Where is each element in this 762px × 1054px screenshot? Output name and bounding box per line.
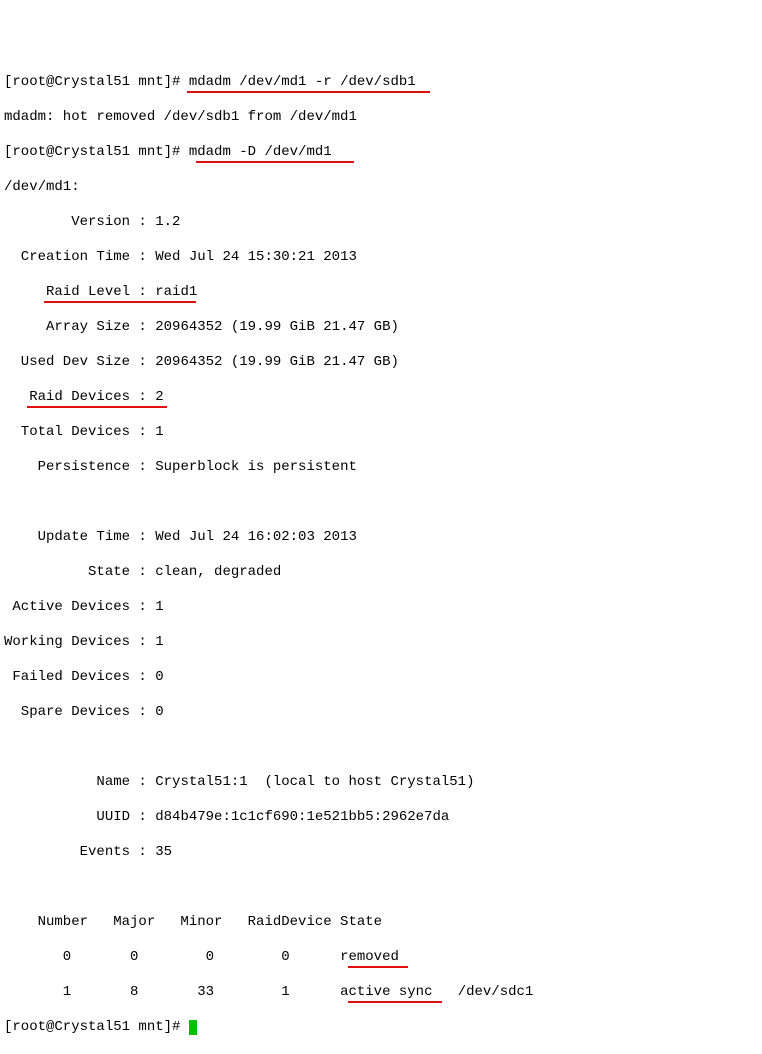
output-hot-removed: mdadm: hot removed /dev/sdb1 from /dev/m… <box>4 109 357 125</box>
total-devices-label: Total Devices : <box>4 424 155 440</box>
spare-devices-label: Spare Devices : <box>4 704 155 720</box>
cmd-mdadm-detail: mdadm -D /dev/md1 <box>189 144 332 160</box>
state-value: clean, degraded <box>155 564 281 580</box>
shell-prompt: [root@Crystal51 mnt]# <box>4 144 189 160</box>
name-label: Name : <box>4 774 155 790</box>
raid-devices-label: Raid Devices : <box>4 389 155 405</box>
highlight-raid-devices <box>27 406 167 408</box>
active-devices-label: Active Devices : <box>4 599 155 615</box>
creation-time-value: Wed Jul 24 15:30:21 2013 <box>155 249 357 265</box>
persistence-value: Superblock is persistent <box>155 459 357 475</box>
update-time-value: Wed Jul 24 16:02:03 2013 <box>155 529 357 545</box>
highlight-cmd2 <box>196 161 354 163</box>
persistence-label: Persistence : <box>4 459 155 475</box>
raid-level-label: Raid Level : <box>4 284 155 300</box>
name-value: Crystal51:1 (local to host Crystal51) <box>155 774 474 790</box>
state-label: State : <box>4 564 155 580</box>
shell-prompt: [root@Crystal51 mnt]# <box>4 74 180 90</box>
terminal-cursor[interactable] <box>189 1020 197 1035</box>
array-size-label: Array Size : <box>4 319 155 335</box>
table-row: 1 8 33 1 <box>4 984 340 1000</box>
highlight-removed <box>348 966 408 968</box>
device-state-removed: removed <box>340 949 399 965</box>
failed-devices-label: Failed Devices : <box>4 669 155 685</box>
uuid-label: UUID : <box>4 809 155 825</box>
raid-devices-value: 2 <box>155 389 163 405</box>
version-value: 1.2 <box>155 214 180 230</box>
working-devices-value: 1 <box>155 634 163 650</box>
highlight-raid-level <box>44 301 196 303</box>
shell-prompt: [root@Crystal51 mnt]# <box>4 1019 189 1035</box>
device-table-header: Number Major Minor RaidDevice State <box>4 914 382 930</box>
cmd-mdadm-remove: mdadm /dev/md1 -r /dev/sdb1 <box>180 74 415 90</box>
failed-devices-value: 0 <box>155 669 163 685</box>
highlight-active-sync <box>348 1001 442 1003</box>
events-value: 35 <box>155 844 172 860</box>
device-path: /dev/md1: <box>4 179 80 195</box>
highlight-cmd1 <box>187 91 430 93</box>
update-time-label: Update Time : <box>4 529 155 545</box>
used-dev-size-label: Used Dev Size : <box>4 354 155 370</box>
uuid-value: d84b479e:1c1cf690:1e521bb5:2962e7da <box>155 809 449 825</box>
used-dev-size-value: 20964352 (19.99 GiB 21.47 GB) <box>155 354 399 370</box>
table-row: 0 0 0 0 <box>4 949 340 965</box>
events-label: Events : <box>4 844 155 860</box>
working-devices-label: Working Devices : <box>4 634 155 650</box>
version-label: Version : <box>4 214 155 230</box>
raid-level-value: raid1 <box>155 284 197 300</box>
spare-devices-value: 0 <box>155 704 163 720</box>
device-state-active-sync: active sync <box>340 984 432 1000</box>
total-devices-value: 1 <box>155 424 163 440</box>
active-devices-value: 1 <box>155 599 163 615</box>
creation-time-label: Creation Time : <box>4 249 155 265</box>
device-path: /dev/sdc1 <box>432 984 533 1000</box>
array-size-value: 20964352 (19.99 GiB 21.47 GB) <box>155 319 399 335</box>
